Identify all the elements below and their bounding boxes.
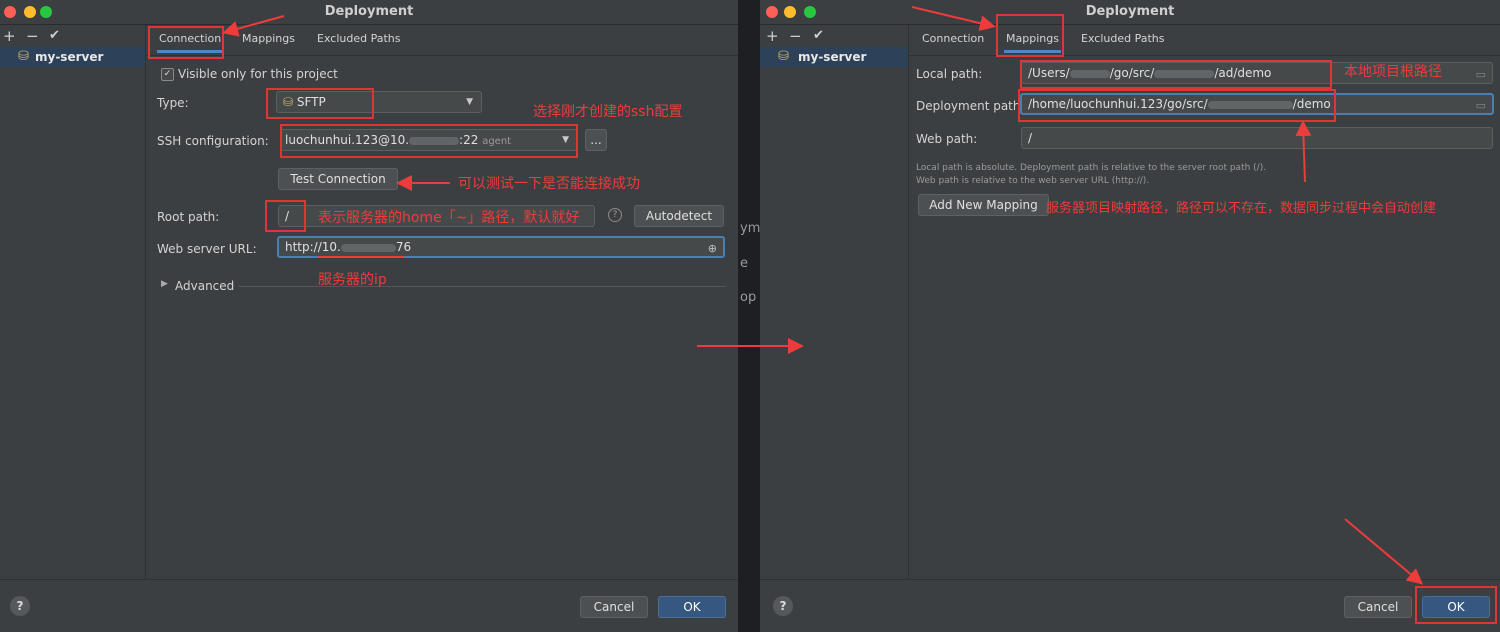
arrow-to-ok-button [1344, 518, 1424, 585]
arrow-to-mappings-tab [911, 6, 996, 32]
arrow-to-connection-tab [222, 15, 285, 37]
annotation-arrows [222, 6, 1424, 585]
arrow-to-deployment-path [1295, 120, 1312, 183]
